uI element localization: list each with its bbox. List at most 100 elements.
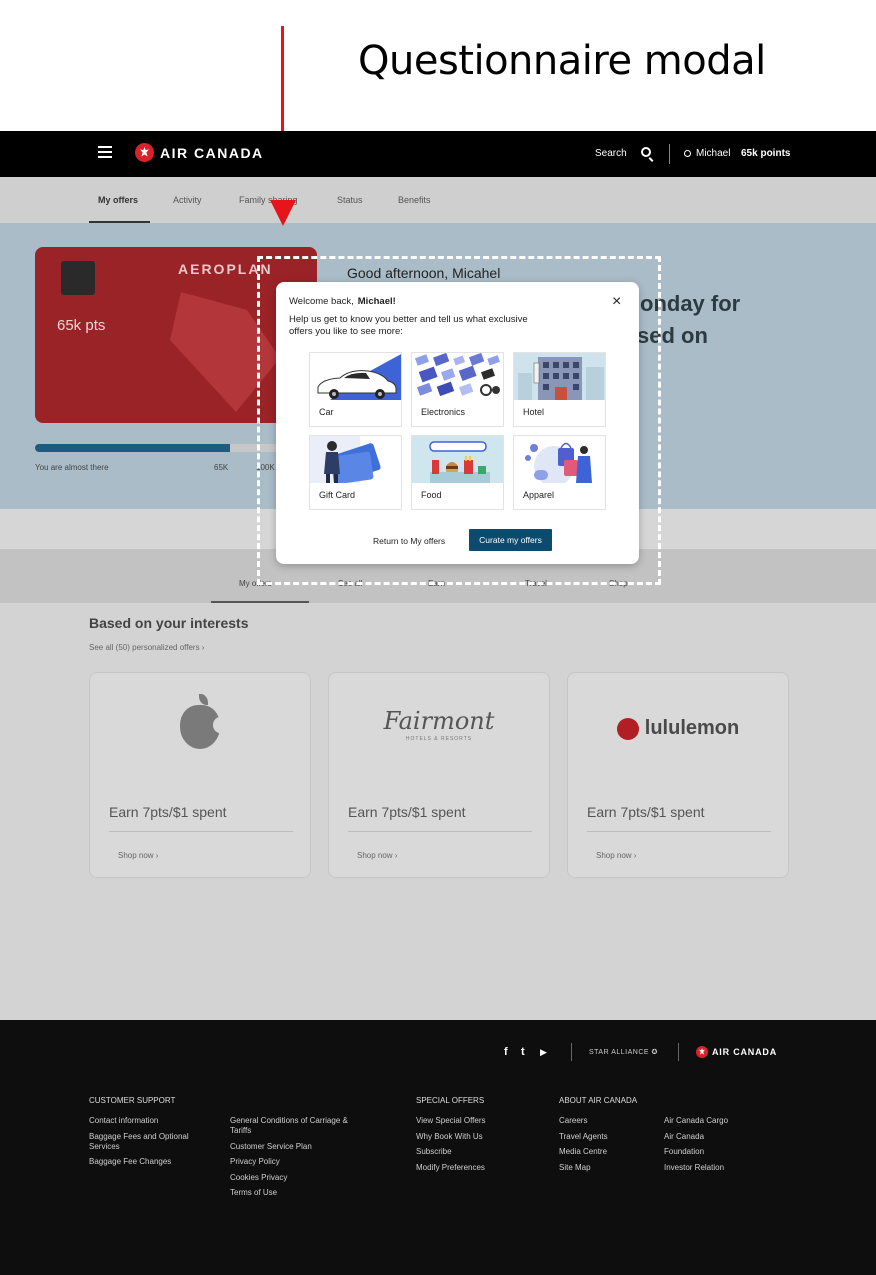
curate-offers-button[interactable]: Curate my offers [469,529,552,551]
tab-benefits[interactable]: Benefits [398,195,431,205]
shop-now-link[interactable]: Shop now › [357,851,397,860]
footer-link[interactable]: Terms of Use [230,1188,360,1198]
search-icon[interactable] [641,147,651,157]
see-all-offers-link[interactable]: See all (50) personalized offers › [89,643,204,652]
user-icon [684,150,691,157]
tab-activity[interactable]: Activity [173,195,202,205]
shop-now-link[interactable]: Shop now › [118,851,158,860]
category-tile-electronics[interactable]: Electronics [411,352,504,427]
annotation-arrow-head [270,200,296,226]
divider [669,144,670,164]
user-name[interactable]: Michael [696,148,730,159]
section-title: Based on your interests [89,615,249,631]
maple-leaf-icon [135,143,154,162]
footer-air-canada-logo[interactable]: AIR CANADA [696,1046,777,1058]
footer-link[interactable]: Modify Preferences [416,1163,536,1173]
footer-link[interactable]: View Special Offers [416,1116,536,1126]
hotel-illustration [514,353,605,400]
lululemon-logo-icon [616,717,639,740]
return-to-offers-button[interactable]: Return to My offers [373,536,445,546]
lululemon-logo: lululemon [644,717,740,739]
close-icon[interactable]: × [612,294,621,310]
card-points: 65k pts [57,317,106,334]
search-link[interactable]: Search [595,148,627,159]
category-label: Hotel [523,407,545,417]
category-tile-hotel[interactable]: Hotel [513,352,606,427]
questionnaire-modal: Welcome back, Michael! × Help us get to k… [276,282,639,564]
apparel-illustration [514,436,605,483]
progress-fill [35,444,230,452]
offer-card-fairmont[interactable]: Fairmont HOTELS & RESORTS Earn 7pts/$1 s… [328,672,550,878]
tab-status[interactable]: Status [337,195,363,205]
welcome-text: Welcome back, [289,296,354,307]
offer-title: Earn 7pts/$1 spent [587,804,705,820]
footer-link[interactable]: Air Canada [664,1132,764,1142]
menu-icon[interactable] [98,146,112,158]
footer-link[interactable]: General Conditions of Carriage & Tariffs [230,1116,360,1136]
footer-brand: AIR CANADA [712,1047,777,1057]
footer-link[interactable]: Foundation [664,1147,764,1157]
footer-col-about-1: Careers Travel Agents Media Centre Site … [559,1116,649,1178]
progress-current: 65K [214,463,229,472]
car-illustration [310,353,401,400]
fairmont-logo: Fairmont [383,707,495,735]
footer-col-about-2: Air Canada Cargo Air Canada Foundation I… [664,1116,764,1178]
fairmont-tagline: HOTELS & RESORTS [405,736,473,742]
twitter-icon[interactable]: t [521,1046,525,1058]
footer-link[interactable]: Baggage Fee Changes [89,1157,209,1167]
footer-link[interactable]: Travel Agents [559,1132,649,1142]
category-tile-car[interactable]: Car [309,352,402,427]
star-alliance-emblem-icon [61,261,95,295]
category-label: Gift Card [319,490,356,500]
youtube-icon[interactable]: ▶ [540,1047,547,1058]
footer-col-support-1: Contact information Baggage Fees and Opt… [89,1116,209,1173]
food-illustration [412,436,503,483]
progress-label: You are almost there [35,463,109,472]
category-label: Food [421,490,442,500]
footer-col-offers: View Special Offers Why Book With Us Sub… [416,1116,536,1178]
category-label: Car [319,407,334,417]
footer-link[interactable]: Cookies Privacy [230,1173,360,1183]
offer-title: Earn 7pts/$1 spent [348,804,466,820]
footer-link[interactable]: Baggage Fees and Optional Services [89,1132,209,1152]
footer-link[interactable]: Customer Service Plan [230,1142,360,1152]
footer-link[interactable]: Investor Relation [664,1163,764,1173]
category-tile-gift-card[interactable]: Gift Card [309,435,402,510]
footer-col-support-2: General Conditions of Carriage & Tariffs… [230,1116,360,1204]
offer-title: Earn 7pts/$1 spent [109,804,227,820]
footer-link[interactable]: Subscribe [416,1147,536,1157]
footer-link[interactable]: Careers [559,1116,649,1126]
divider [678,1043,679,1061]
modal-intro: Help us get to know you better and tell … [289,314,528,337]
footer-link[interactable]: Air Canada Cargo [664,1116,764,1126]
site-footer: f t ▶ STAR ALLIANCE ✪ AIR CANADA CUSTOME… [0,1020,876,1275]
category-tile-food[interactable]: Food [411,435,504,510]
electronics-illustration [412,353,503,400]
gift-card-illustration [310,436,401,483]
interests-section: Based on your interests See all (50) per… [0,603,876,1020]
footer-heading-customer-support: CUSTOMER SUPPORT [89,1096,176,1105]
footer-link[interactable]: Site Map [559,1163,649,1173]
top-bar: AIR CANADA Search Michael 65k points [0,131,876,177]
welcome-name: Michael! [357,296,396,307]
apple-logo-icon [180,694,227,749]
divider [571,1043,572,1061]
footer-heading-special-offers: SPECIAL OFFERS [416,1096,485,1105]
offer-card-apple[interactable]: Earn 7pts/$1 spent Shop now › [89,672,311,878]
tab-my-offers[interactable]: My offers [98,195,138,205]
category-tile-apparel[interactable]: Apparel [513,435,606,510]
divider [348,831,532,832]
user-points: 65k points [741,148,791,159]
footer-link[interactable]: Media Centre [559,1147,649,1157]
footer-link[interactable]: Why Book With Us [416,1132,536,1142]
star-alliance-logo[interactable]: STAR ALLIANCE ✪ [589,1048,658,1056]
category-label: Apparel [523,490,555,500]
offer-card-lululemon[interactable]: lululemon Earn 7pts/$1 spent Shop now › [567,672,789,878]
shop-now-link[interactable]: Shop now › [596,851,636,860]
facebook-icon[interactable]: f [504,1046,508,1058]
maple-leaf-icon [696,1046,708,1058]
footer-link[interactable]: Privacy Policy [230,1157,360,1167]
footer-link[interactable]: Contact information [89,1116,209,1126]
air-canada-logo[interactable]: AIR CANADA [135,143,264,162]
category-label: Electronics [421,407,466,417]
